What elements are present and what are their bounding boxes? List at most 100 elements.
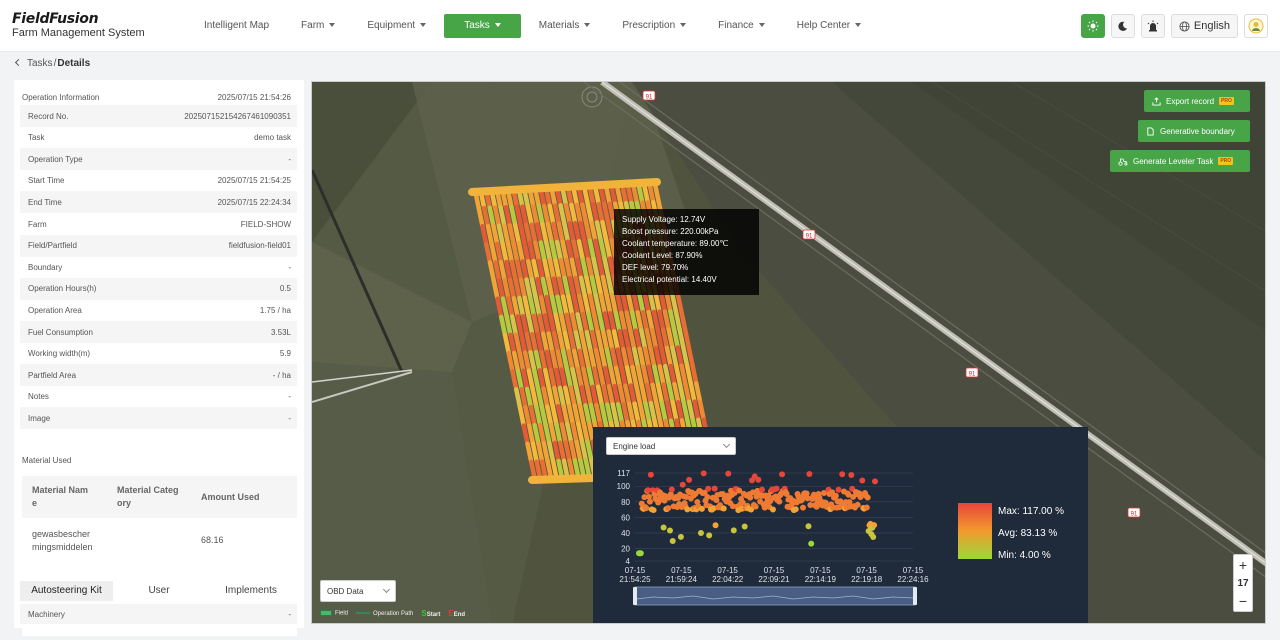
series-point [835,486,842,493]
info-value: - / ha [272,370,291,380]
info-label: Operation Area [28,305,82,315]
col-amount-used: Amount Used [201,492,260,502]
info-label: Working width(m) [28,349,91,359]
legend-start-label: Start [426,612,441,618]
nav-item-farm[interactable]: Farm [287,14,349,38]
y-tick-label: 100 [617,482,631,491]
generate-leveler-label: Generate Leveler Task [1133,156,1214,166]
language-selector[interactable]: English [1170,14,1238,38]
road-number: 91 [806,234,813,240]
col-material-name-line1: Material Nam [32,485,89,495]
nav-item-intelligent-map[interactable]: Intelligent Map [190,14,283,38]
breadcrumb-current: Details [57,58,91,69]
info-row-end-time: End Time 2025/07/15 22:24:34 [20,191,297,214]
nav-item-help-center[interactable]: Help Center [783,14,875,38]
brand[interactable]: FieldFusion Farm Management System [12,11,145,40]
info-value: - [288,154,291,164]
material-used-title: Material Used [22,456,72,465]
map-view[interactable]: 91 91 91 91 Export record PRO Generative bo… [311,81,1266,624]
info-label: Field/Partfield [28,241,77,251]
nav-item-equipment[interactable]: Equipment [353,14,440,38]
tooltip-coolant-temperature: Coolant temperature: 89.00℃ [622,239,729,248]
slider-handle-end[interactable] [913,587,917,605]
series-point [805,523,812,530]
alarm-button[interactable] [1140,14,1165,38]
legend-end-label: End [453,612,466,618]
breadcrumb-separator: / [53,58,57,69]
info-value: fieldfusion-field01 [228,241,291,251]
series-point [697,530,704,537]
info-value: - [288,392,291,402]
tooltip-electrical-potential: Electrical potential: 14.40V [622,275,717,284]
table-row-amount: 68.16 [201,535,224,545]
stat-max: Max: 117.00 % [998,506,1064,517]
series-point [730,527,737,534]
series-point [792,506,799,513]
info-label: Operation Hours(h) [28,284,97,294]
info-label: Record No. [28,111,69,121]
info-label: Fuel Consumption [28,327,93,337]
x-tick-time: 21:59:24 [666,575,698,584]
caret-down-icon [494,23,501,28]
series-point [859,477,866,484]
nav-item-tasks[interactable]: Tasks [444,14,521,38]
road-number-sign: 91 [802,229,816,240]
series-point [872,478,878,485]
x-tick-date: 07-15 [671,566,692,575]
light-mode-button[interactable] [1080,14,1105,38]
tab-implements[interactable]: Implements [205,581,297,601]
series-point [773,485,780,492]
info-label: End Time [28,197,62,207]
slider-handle-start[interactable] [633,587,637,605]
road-number: 91 [969,372,976,378]
series-point [665,505,672,512]
nav-item-materials[interactable]: Materials [525,14,605,38]
y-tick-label: 60 [621,513,630,522]
back-chevron-icon[interactable] [14,58,23,67]
nav-item-finance[interactable]: Finance [704,14,779,38]
caret-down-icon [584,23,591,28]
y-tick-label: 20 [621,545,630,554]
series-point [643,505,650,512]
nav-item-prescription[interactable]: Prescription [608,14,700,38]
series-point [646,498,653,505]
export-record-button[interactable]: Export record PRO [1144,90,1250,112]
series-point [704,493,711,500]
breadcrumb-tasks-link[interactable]: Tasks [27,58,53,69]
nav-label: Farm [301,20,325,31]
generative-boundary-button[interactable]: Generative boundary [1138,120,1250,142]
info-value: demo task [254,133,291,143]
series-point [871,522,878,529]
series-point [864,494,871,501]
globe-icon [1179,20,1190,32]
x-tick-date: 07-15 [764,566,785,575]
zoom-out-button[interactable]: − [1234,591,1252,611]
caret-down-icon [420,23,427,28]
nav-label: Tasks [464,20,490,31]
series-point [725,470,732,477]
tab-autosteering-kit[interactable]: Autosteering Kit [20,581,113,601]
info-row-notes: Notes - [20,386,297,408]
info-row-task: Task demo task [20,127,297,149]
zoom-in-button[interactable]: + [1234,555,1252,575]
obd-data-select[interactable]: OBD Data [320,580,396,602]
info-value: 1.75 / ha [259,305,291,315]
info-label: Boundary [28,262,63,272]
material-name-line2: mingsmiddelen [32,542,93,552]
info-value: 2025/07/15 22:24:34 [217,197,291,207]
series-point [755,476,762,483]
tab-user[interactable]: User [113,581,205,601]
zoom-level: 17 [1237,577,1249,589]
road-number-sign: 91 [965,367,979,378]
generate-leveler-task-button[interactable]: Generate Leveler Task PRO [1110,150,1250,172]
legend-path-label: Operation Path [373,610,414,617]
dark-mode-button[interactable] [1110,14,1135,38]
col-material-name: Material Nam e [32,484,88,510]
material-name-line1: gewasbescher [32,529,91,539]
user-avatar[interactable] [1244,14,1268,38]
nav-label: Prescription [622,20,676,31]
x-tick-date: 07-15 [717,566,738,575]
caret-down-icon [855,23,862,28]
x-tick-time: 22:04:22 [712,575,744,584]
x-tick-date: 07-15 [856,566,877,575]
